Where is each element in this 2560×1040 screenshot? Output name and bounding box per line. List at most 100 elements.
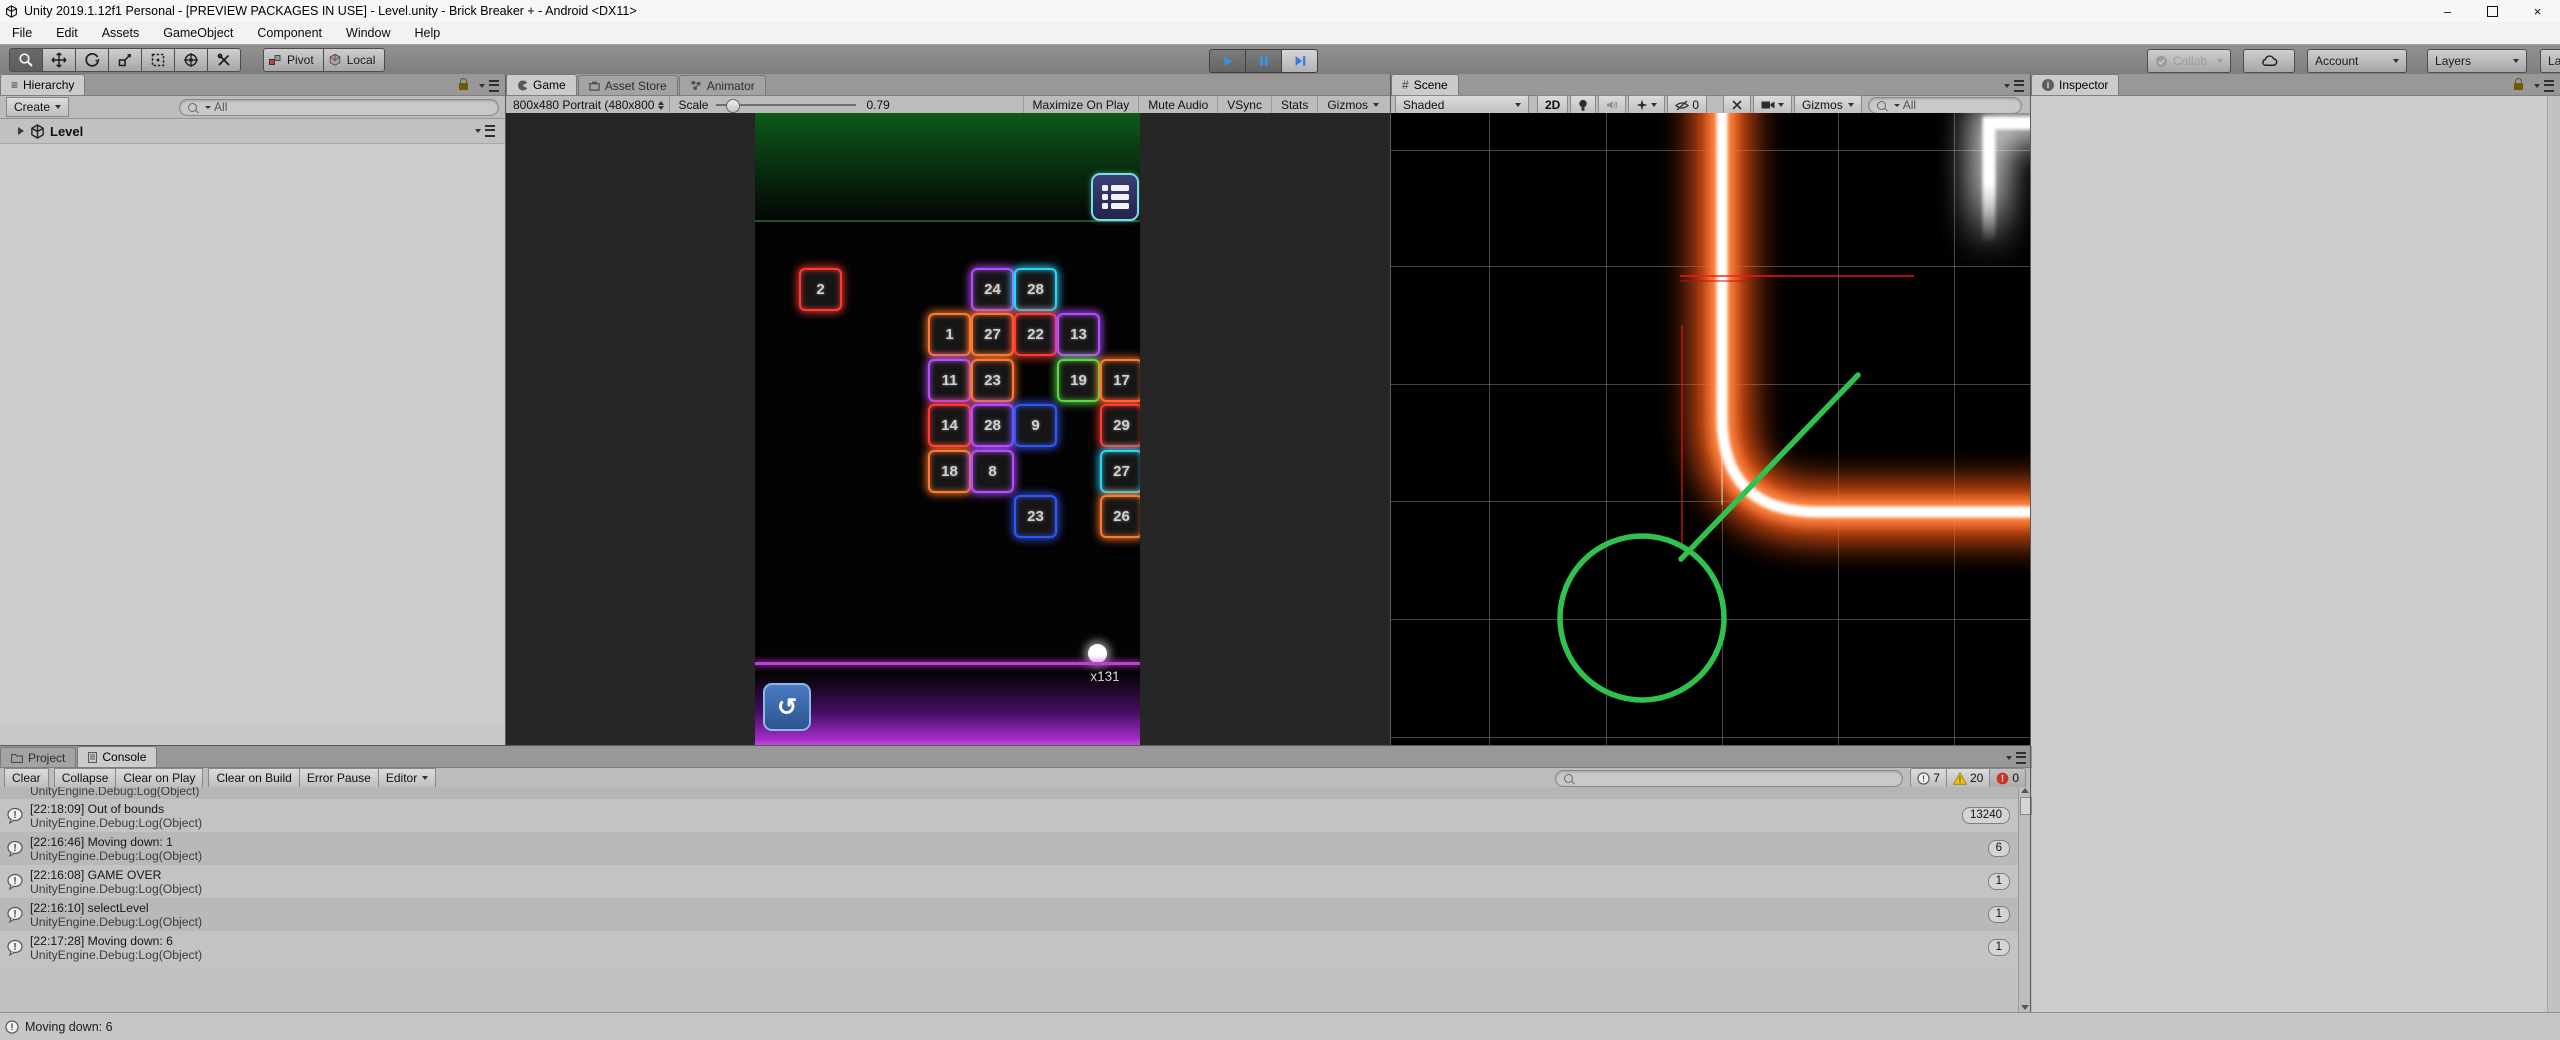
menu-component[interactable]: Component [245, 22, 334, 44]
hierarchy-icon: ≡ [11, 78, 19, 92]
info-count-toggle[interactable]: ! 7 [1910, 768, 1947, 788]
scroll-down-arrow[interactable] [2021, 1005, 2029, 1010]
minimize-button[interactable]: – [2425, 0, 2470, 22]
step-button[interactable] [1281, 49, 1318, 73]
collapse-button[interactable]: Collapse [53, 768, 117, 788]
editor-button[interactable]: Editor [377, 768, 437, 788]
menu-help[interactable]: Help [402, 22, 452, 44]
console-row[interactable]: ! [22:16:46] Moving down: 1 UnityEngine.De… [0, 832, 2018, 865]
splitter-scene-inspector[interactable] [2030, 74, 2031, 1012]
hierarchy-panel-menu[interactable] [459, 77, 505, 95]
tab-hierarchy[interactable]: ≡ Hierarchy [0, 74, 86, 95]
scroll-up-arrow[interactable] [2021, 788, 2029, 793]
warning-count-toggle[interactable]: ! 20 [1945, 768, 1991, 788]
transform-tool-button[interactable] [174, 48, 208, 72]
maximize-button[interactable] [2470, 0, 2515, 22]
console-row[interactable]: ! [22:16:10] selectLevel UnityEngine.Debug… [0, 898, 2018, 931]
ball [1088, 644, 1107, 663]
scale-slider[interactable] [716, 99, 857, 113]
play-icon [1224, 56, 1232, 66]
inspector-panel-menu[interactable] [2514, 77, 2560, 95]
console-search-input[interactable] [1555, 769, 1904, 787]
resolution-dropdown[interactable]: 800x480 Portrait (480x800 [508, 96, 671, 114]
camera-dropdown[interactable] [1753, 95, 1793, 115]
splitter-game-scene[interactable] [1390, 74, 1391, 745]
pivot-toggle-button[interactable]: Pivot [263, 48, 324, 72]
scene-header-row[interactable]: Level [0, 119, 505, 144]
console-row[interactable]: ! [22:17:28] Moving down: 6 UnityEngine.De… [0, 931, 2018, 964]
unity-scene-icon [31, 123, 44, 139]
log-info-icon: ! [0, 840, 30, 858]
gizmos-button[interactable]: Gizmos [1317, 96, 1388, 114]
tab-inspector[interactable]: i Inspector [2031, 74, 2120, 95]
scene-viewport[interactable] [1391, 113, 2030, 745]
undo-icon: ↺ [776, 693, 798, 721]
console-row[interactable]: ! [22:16:08] GAME OVER UnityEngine.Debug:L… [0, 865, 2018, 898]
menu-assets[interactable]: Assets [90, 22, 152, 44]
status-bar[interactable]: ! Moving down: 6 [0, 1012, 2560, 1040]
camera-icon [1761, 101, 1775, 109]
scene-row-menu[interactable] [470, 125, 501, 137]
move-tool-button[interactable] [42, 48, 76, 72]
shading-mode-dropdown[interactable]: Shaded [1395, 95, 1529, 115]
game-menu-button[interactable] [1091, 173, 1139, 221]
menu-file[interactable]: File [0, 22, 44, 44]
2d-toggle[interactable]: 2D [1537, 95, 1569, 115]
hidden-objects-toggle[interactable]: 0 [1667, 95, 1708, 115]
tab-scene[interactable]: # Scene [1391, 74, 1459, 95]
undo-button[interactable]: ↺ [763, 683, 811, 731]
error-pause-button[interactable]: Error Pause [298, 768, 379, 788]
console-buttons: Clear Collapse Clear on Play Clear on Build… [2, 768, 437, 788]
tab-console[interactable]: Console [77, 746, 158, 767]
layout-dropdown[interactable]: Layout [2540, 49, 2560, 73]
view-tool-button[interactable] [9, 48, 43, 72]
play-button[interactable] [1209, 49, 1246, 73]
effects-dropdown[interactable] [1628, 95, 1666, 115]
console-row-partial[interactable]: UnityEngine.Debug:Log(Object) [0, 787, 2018, 799]
log-message: [22:16:46] Moving down: 1 [30, 834, 173, 849]
scale-tool-button[interactable] [108, 48, 142, 72]
rect-tool-button[interactable] [141, 48, 175, 72]
menu-gameobject[interactable]: GameObject [151, 22, 245, 44]
component-tools-button[interactable] [1723, 95, 1752, 115]
maximize-on-play-button[interactable]: Maximize On Play [1022, 96, 1139, 114]
tab-animator[interactable]: Animator [678, 75, 766, 95]
console-row[interactable]: ! [22:18:09] Out of bounds UnityEngine.Deb… [0, 799, 2018, 832]
clear-button[interactable]: Clear [4, 768, 49, 788]
pause-button[interactable] [1245, 49, 1282, 73]
svg-text:!: ! [13, 941, 16, 952]
stats-button[interactable]: Stats [1270, 96, 1317, 114]
scene-search-input[interactable]: All [1867, 96, 2022, 114]
tab-asset-store[interactable]: Asset Store [577, 75, 678, 95]
account-dropdown[interactable]: Account [2307, 49, 2408, 73]
expand-triangle-icon[interactable] [18, 127, 24, 135]
menu-edit[interactable]: Edit [44, 22, 90, 44]
scene-panel-menu[interactable] [1999, 80, 2030, 95]
custom-tool-button[interactable] [207, 48, 241, 72]
clear-on-build-button[interactable]: Clear on Build [208, 768, 300, 788]
collab-dropdown[interactable]: Collab [2147, 49, 2232, 73]
gizmos-dropdown[interactable]: Gizmos [1794, 95, 1862, 115]
rotate-tool-button[interactable] [75, 48, 109, 72]
local-toggle-button[interactable]: Local [322, 48, 386, 72]
transform-tool-icon [184, 53, 198, 67]
clear-on-play-button[interactable]: Clear on Play [115, 768, 204, 788]
tab-project[interactable]: Project [0, 747, 77, 767]
scale-slider-knob[interactable] [726, 99, 741, 113]
create-button[interactable]: Create [6, 97, 70, 117]
mute-audio-button[interactable]: Mute Audio [1138, 96, 1217, 114]
menu-window[interactable]: Window [334, 22, 402, 44]
close-button[interactable]: × [2515, 0, 2560, 22]
cloud-button[interactable] [2243, 49, 2296, 73]
lighting-toggle[interactable] [1570, 95, 1597, 115]
inspector-scrollbar[interactable] [2547, 96, 2560, 1012]
hierarchy-search-input[interactable]: All [179, 98, 499, 116]
splitter-hierarchy-game[interactable] [505, 74, 506, 745]
tab-game[interactable]: Game [506, 74, 577, 95]
vsync-button[interactable]: VSync [1217, 96, 1271, 114]
error-count-toggle[interactable]: ! 0 [1989, 768, 2026, 788]
layers-dropdown[interactable]: Layers [2427, 49, 2528, 73]
audio-toggle[interactable] [1598, 95, 1627, 115]
splitter-main-console[interactable] [0, 745, 2030, 746]
console-panel-menu[interactable] [2001, 752, 2032, 767]
